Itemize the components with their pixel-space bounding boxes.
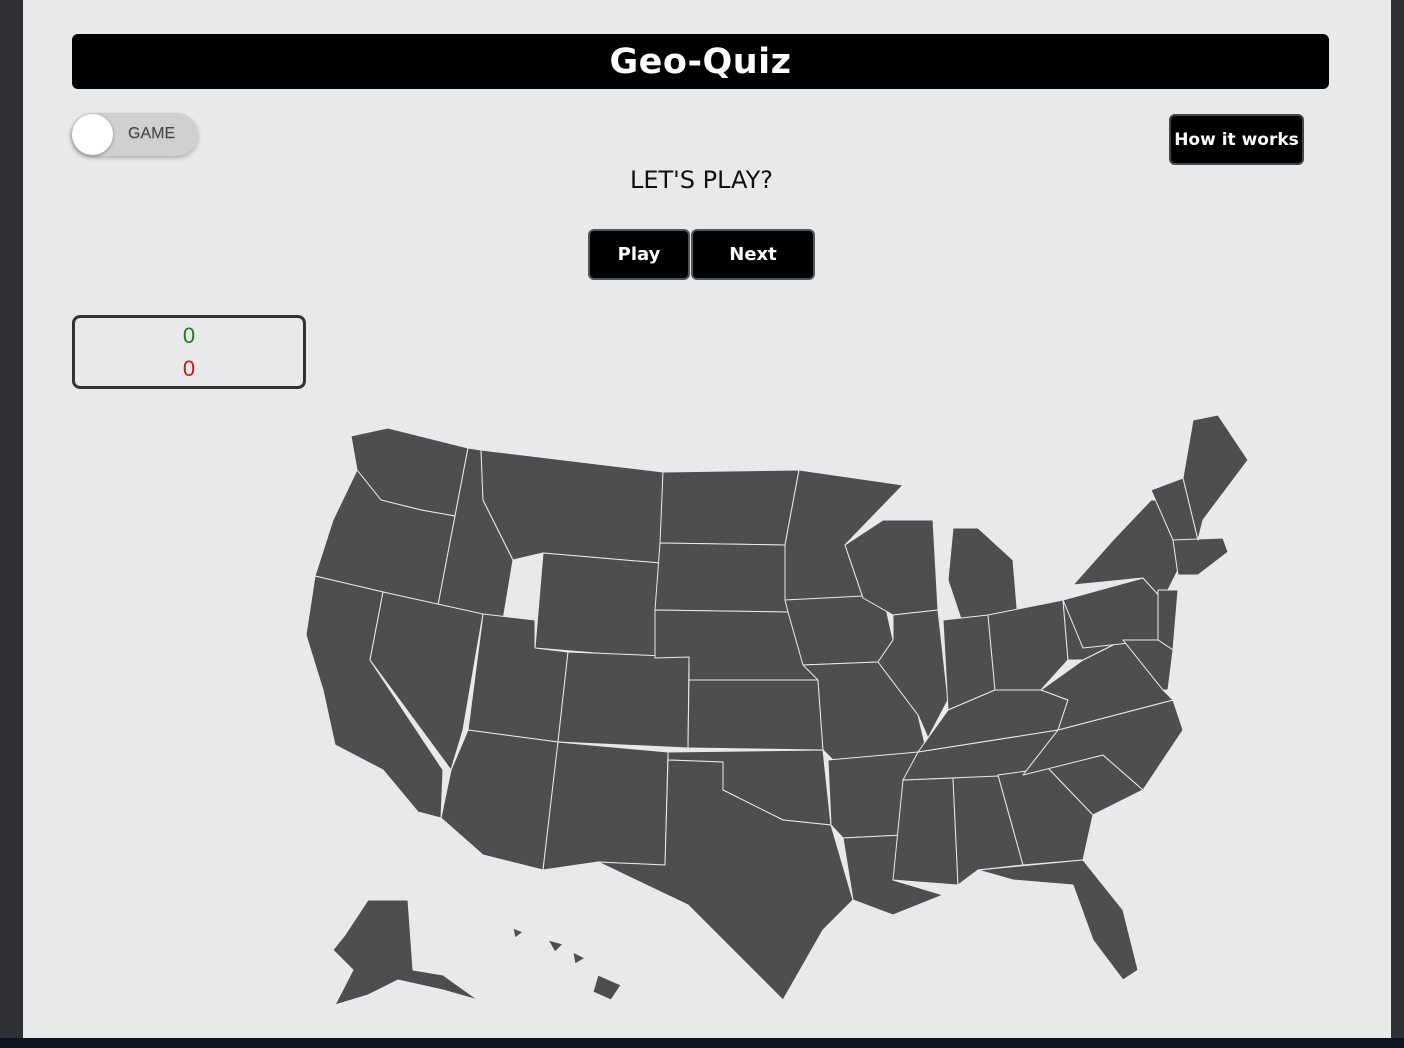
- state-colorado[interactable]: [557, 651, 690, 749]
- state-arizona[interactable]: [440, 729, 559, 871]
- desktop-strip: [0, 1038, 1404, 1048]
- right-window-edge: [1391, 0, 1404, 1048]
- state-florida[interactable]: [977, 859, 1139, 981]
- quiz-page: Geo-Quiz GAME How it works LET'S PLAY? P…: [23, 0, 1391, 1038]
- state-kansas[interactable]: [687, 679, 824, 751]
- state-south-dakota[interactable]: [654, 542, 789, 613]
- state-michigan[interactable]: [947, 527, 1019, 626]
- left-window-edge: [0, 0, 23, 1048]
- state-montana[interactable]: [480, 449, 664, 564]
- us-map: [305, 414, 1249, 1006]
- state-alaska[interactable]: [332, 899, 479, 1006]
- state-hawaii[interactable]: [512, 927, 622, 1001]
- state-ohio[interactable]: [987, 599, 1069, 691]
- state-wyoming[interactable]: [534, 552, 661, 659]
- state-new-mexico[interactable]: [542, 741, 669, 871]
- state-mississippi[interactable]: [892, 777, 959, 886]
- state-new-jersey[interactable]: [1157, 589, 1179, 651]
- state-massachusetts-connecticut[interactable]: [1172, 537, 1229, 576]
- state-north-dakota[interactable]: [659, 469, 800, 546]
